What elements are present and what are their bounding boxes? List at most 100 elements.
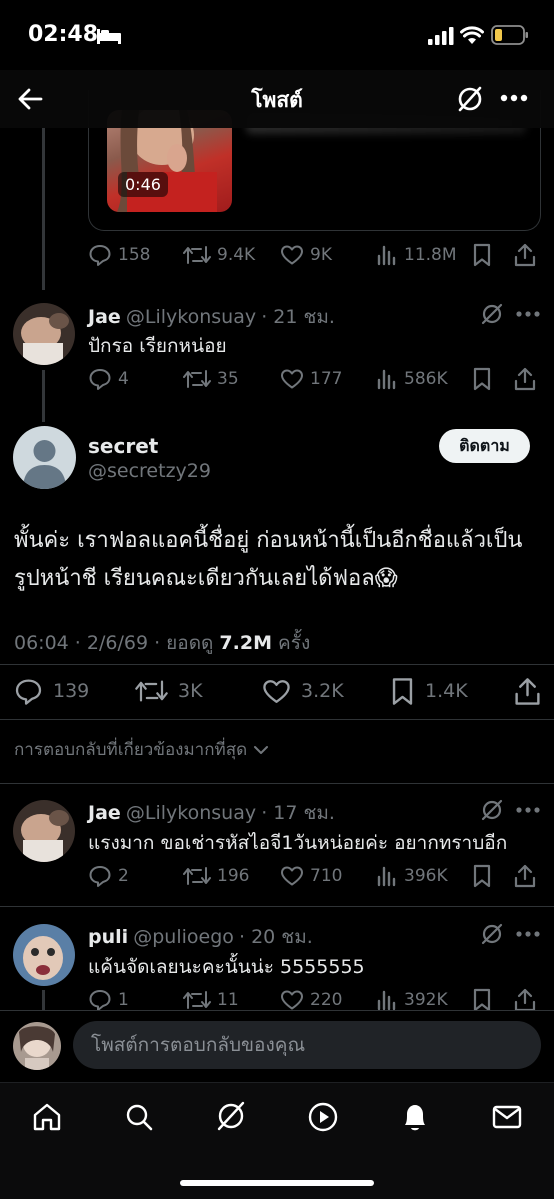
chevron-down-icon [254, 745, 269, 754]
user-handle[interactable]: @pulioego [133, 926, 234, 948]
heart-icon [281, 245, 303, 265]
share-button[interactable] [514, 240, 536, 270]
bookmark-button[interactable] [472, 240, 492, 270]
share-icon [514, 243, 536, 267]
grok-icon[interactable] [455, 84, 485, 114]
repost-count: 9.4K [217, 245, 256, 265]
repost-icon [183, 246, 211, 264]
cellular-signal-icon [428, 27, 454, 45]
grok-icon[interactable] [214, 1099, 248, 1133]
grok-icon[interactable] [480, 798, 504, 822]
bookmark-button[interactable] [472, 364, 492, 394]
repost-button[interactable]: 196 [183, 861, 249, 891]
analytics-icon [377, 990, 396, 1011]
messages-icon[interactable] [491, 1101, 523, 1133]
repost-button[interactable]: 9.4K [183, 240, 255, 270]
bookmark-icon [392, 677, 413, 705]
sleep-mode-icon [96, 27, 122, 45]
reply-icon [15, 678, 42, 705]
grok-icon[interactable] [480, 302, 504, 326]
like-button[interactable]: 710 [280, 861, 342, 891]
video-duration: 0:46 [118, 172, 168, 197]
post-time: · 20 ชม. [239, 926, 313, 948]
display-name[interactable]: puli [88, 926, 128, 948]
post-timestamp: 06:04 · 2/6/69 · ยอดดู [14, 632, 220, 654]
display-name[interactable]: secret [88, 434, 158, 458]
more-options-icon[interactable] [500, 94, 528, 102]
reply-button[interactable]: 139 [14, 675, 89, 707]
user-handle[interactable]: @Lilykonsuay [126, 306, 256, 328]
repost-button[interactable]: 35 [183, 364, 239, 394]
like-count: 9K [310, 245, 332, 265]
repost-count: 196 [217, 866, 250, 886]
avatar[interactable] [13, 303, 75, 365]
repost-button[interactable]: 3K [135, 675, 203, 707]
follow-button[interactable]: ติดตาม [439, 429, 530, 463]
user-handle[interactable]: @Lilykonsuay [126, 802, 256, 824]
more-options-icon[interactable] [516, 807, 540, 813]
grok-icon[interactable] [480, 922, 504, 946]
share-button[interactable] [514, 364, 536, 394]
reply-button[interactable]: 4 [88, 364, 129, 394]
display-name[interactable]: Jae [88, 802, 121, 824]
user-handle[interactable]: @secretzy29 [88, 460, 211, 482]
thread-line [42, 370, 45, 422]
post-time: · 17 ชม. [261, 802, 335, 824]
reply-button[interactable]: 2 [88, 861, 129, 891]
home-icon[interactable] [31, 1101, 63, 1133]
reply-text: แรงมาก ขอเช่ารหัสไอจี1วันหน่อยค่ะ อยากทร… [88, 832, 508, 854]
search-icon[interactable] [123, 1101, 155, 1133]
reply-input[interactable]: โพสต์การตอบกลับของคุณ [73, 1021, 541, 1069]
like-button[interactable]: 3.2K [262, 675, 344, 707]
replies-sort-dropdown[interactable]: การตอบกลับที่เกี่ยวข้องมากที่สุด [14, 736, 271, 763]
reply-count: 158 [118, 245, 151, 265]
reply-header: Jae @Lilykonsuay · 17 ชม. [88, 798, 335, 828]
display-name[interactable]: Jae [88, 306, 121, 328]
notifications-icon[interactable] [399, 1100, 431, 1134]
reply-header: Jae @Lilykonsuay · 21 ชม. [88, 302, 335, 332]
view-total: 7.2M [219, 632, 272, 654]
avatar[interactable] [13, 800, 75, 862]
more-options-icon[interactable] [516, 311, 540, 317]
reply-icon [89, 245, 111, 266]
reply-actions: 4 35 177 586K [88, 364, 538, 394]
share-icon [514, 864, 536, 888]
heart-icon [281, 866, 303, 886]
bookmark-button[interactable]: 1.4K [390, 675, 468, 707]
repost-count: 3K [178, 680, 203, 702]
bookmark-button[interactable] [472, 861, 492, 891]
reply-icon [89, 990, 111, 1011]
views-button[interactable]: 586K [376, 364, 448, 394]
share-icon [514, 988, 536, 1012]
divider [0, 783, 554, 784]
views-button[interactable]: 11.8M [376, 240, 457, 270]
like-button[interactable]: 9K [280, 240, 332, 270]
header-bar: โพสต์ [0, 70, 554, 128]
replies-sort-label: การตอบกลับที่เกี่ยวข้องมากที่สุด [14, 740, 248, 760]
avatar[interactable] [13, 426, 76, 489]
reply-count: 2 [118, 866, 129, 886]
video-icon[interactable] [307, 1101, 339, 1133]
reply-button[interactable]: 158 [88, 240, 150, 270]
current-user-avatar[interactable] [13, 1022, 61, 1070]
post-time: · 21 ชม. [261, 306, 335, 328]
bookmark-icon [473, 864, 491, 888]
like-button[interactable]: 177 [280, 364, 342, 394]
view-count: 586K [404, 369, 448, 389]
reply-text: ปักรอ เรียกหน่อย [88, 335, 227, 357]
thread-line [42, 990, 45, 1010]
post-meta: 06:04 · 2/6/69 · ยอดดู 7.2M ครั้ง [14, 628, 310, 658]
share-button[interactable] [514, 675, 541, 707]
repost-count: 11 [217, 990, 239, 1010]
avatar[interactable] [13, 924, 75, 986]
divider [0, 664, 554, 665]
share-button[interactable] [514, 861, 536, 891]
like-count: 710 [310, 866, 343, 886]
analytics-icon [377, 369, 396, 390]
views-button[interactable]: 396K [376, 861, 448, 891]
repost-icon [183, 991, 211, 1009]
battery-icon [491, 25, 529, 45]
bookmark-icon [473, 367, 491, 391]
more-options-icon[interactable] [516, 931, 540, 937]
view-count: 396K [404, 866, 448, 886]
